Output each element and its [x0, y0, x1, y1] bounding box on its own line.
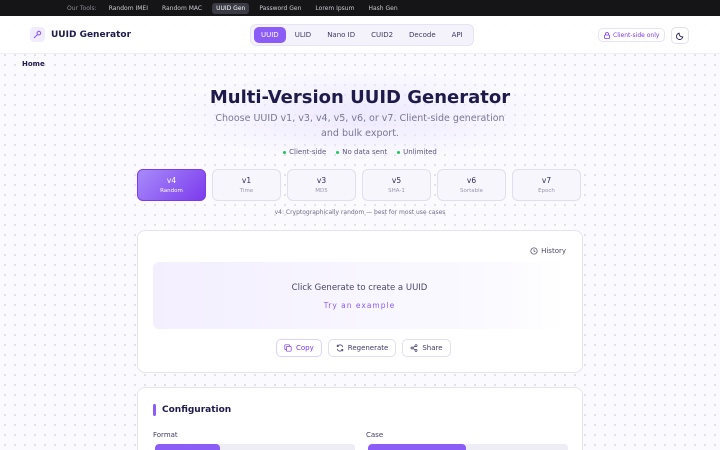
app-header: UUID Generator UUID ULID Nano ID CUID2 D…	[0, 16, 720, 54]
history-label: History	[541, 247, 566, 255]
version-button-v7[interactable]: v7 Epoch	[512, 169, 581, 201]
status-dot-icon	[336, 150, 340, 154]
status-dot-icon	[283, 150, 287, 154]
feature-label: Client-side	[289, 148, 327, 156]
regenerate-label: Regenerate	[347, 344, 389, 352]
version-desc: Time	[239, 188, 254, 194]
configuration-card: Configuration Format Case	[137, 387, 583, 450]
version-label: v5	[391, 176, 402, 185]
feature-item: Client-side	[283, 148, 326, 156]
version-label: v3	[316, 176, 327, 185]
client-side-badge: Client-side only	[598, 28, 666, 42]
version-button-v4[interactable]: v4 Random	[137, 169, 206, 201]
app-title: UUID Generator	[51, 29, 132, 40]
version-desc: SHA-1	[388, 188, 405, 194]
version-desc: Sortable	[459, 188, 484, 194]
copy-icon	[284, 344, 292, 352]
breadcrumb-home[interactable]: Home	[22, 60, 45, 68]
tool-link-hash-gen[interactable]: Hash Gen	[364, 3, 401, 14]
share-label: Share	[422, 344, 443, 352]
configuration-title: Configuration	[162, 405, 232, 415]
format-selector[interactable]	[155, 444, 355, 450]
try-example-link[interactable]: Try an example	[153, 301, 566, 310]
version-label: v6	[466, 176, 477, 185]
format-label: Format	[153, 431, 178, 439]
tool-link-uuid-gen[interactable]: UUID Gen	[212, 2, 250, 14]
configuration-heading: Configuration	[153, 404, 231, 416]
version-desc: MD5	[315, 188, 328, 194]
theme-toggle-button[interactable]	[671, 27, 689, 44]
action-buttons: Copy Regenerate Share	[276, 339, 457, 357]
version-button-v1[interactable]: v1 Time	[212, 169, 281, 201]
badge-text: Client-side only	[613, 31, 660, 39]
version-button-v3[interactable]: v3 MD5	[287, 169, 356, 201]
version-label: v7	[541, 176, 552, 185]
clock-icon	[530, 247, 538, 255]
tools-bar: Our Tools: Random IMEI Random MAC UUID G…	[0, 0, 720, 16]
feature-item: Unlimited	[397, 148, 437, 156]
nav-tab-cuid2[interactable]: CUID2	[364, 27, 400, 43]
copy-button[interactable]: Copy	[276, 339, 322, 357]
tool-link-password-gen[interactable]: Password Gen	[255, 3, 305, 14]
nav-tab-nano-id[interactable]: Nano ID	[320, 27, 362, 43]
version-label: v1	[241, 176, 252, 185]
version-desc: Random	[160, 188, 183, 194]
key-icon	[30, 27, 45, 42]
nav-tab-uuid[interactable]: UUID	[254, 27, 286, 43]
version-label: v4	[166, 176, 177, 185]
case-selected-option[interactable]	[368, 444, 466, 450]
tool-link-lorem-ipsum[interactable]: Lorem Ipsum	[311, 3, 358, 14]
tools-label: Our Tools:	[67, 4, 97, 12]
lock-icon	[604, 31, 610, 39]
moon-icon	[675, 32, 683, 40]
main-nav: UUID ULID Nano ID CUID2 Decode API	[250, 24, 474, 46]
page-title: Multi-Version UUID Generator	[209, 87, 511, 108]
generator-card: History Click Generate to create a UUID …	[137, 230, 583, 373]
version-desc: Epoch	[538, 188, 555, 194]
share-icon	[410, 344, 418, 352]
refresh-icon	[336, 344, 343, 352]
format-selected-option[interactable]	[155, 444, 220, 450]
nav-tab-ulid[interactable]: ULID	[288, 27, 318, 43]
version-selector: v4 Random v1 Time v3 MD5 v5 SHA-1 v6 Sor…	[137, 169, 587, 201]
case-selector[interactable]	[368, 444, 568, 450]
version-button-v6[interactable]: v6 Sortable	[437, 169, 506, 201]
tool-link-random-mac[interactable]: Random MAC	[158, 3, 206, 14]
history-button[interactable]: History	[530, 247, 566, 255]
nav-tab-decode[interactable]: Decode	[402, 27, 443, 43]
case-label: Case	[366, 431, 384, 439]
page-subtitle: Choose UUID v1, v3, v4, v5, v6, or v7. C…	[215, 113, 505, 139]
feature-list: Client-side No data sent Unlimited	[0, 148, 720, 156]
heading-accent-bar	[153, 404, 156, 416]
version-note: v4: Cryptographically random — best for …	[274, 209, 446, 216]
version-button-v5[interactable]: v5 SHA-1	[362, 169, 431, 201]
uuid-output-area[interactable]: Click Generate to create a UUID Try an e…	[153, 262, 566, 329]
copy-label: Copy	[296, 344, 314, 352]
feature-label: No data sent	[342, 148, 388, 156]
output-placeholder: Click Generate to create a UUID	[291, 283, 428, 293]
status-dot-icon	[397, 150, 401, 154]
feature-label: Unlimited	[403, 148, 437, 156]
nav-tab-api[interactable]: API	[445, 27, 470, 43]
feature-item: No data sent	[336, 148, 387, 156]
regenerate-button[interactable]: Regenerate	[327, 339, 397, 357]
share-button[interactable]: Share	[402, 339, 451, 357]
tool-link-random-imei[interactable]: Random IMEI	[105, 3, 152, 14]
logo-link[interactable]: UUID Generator	[30, 27, 131, 42]
